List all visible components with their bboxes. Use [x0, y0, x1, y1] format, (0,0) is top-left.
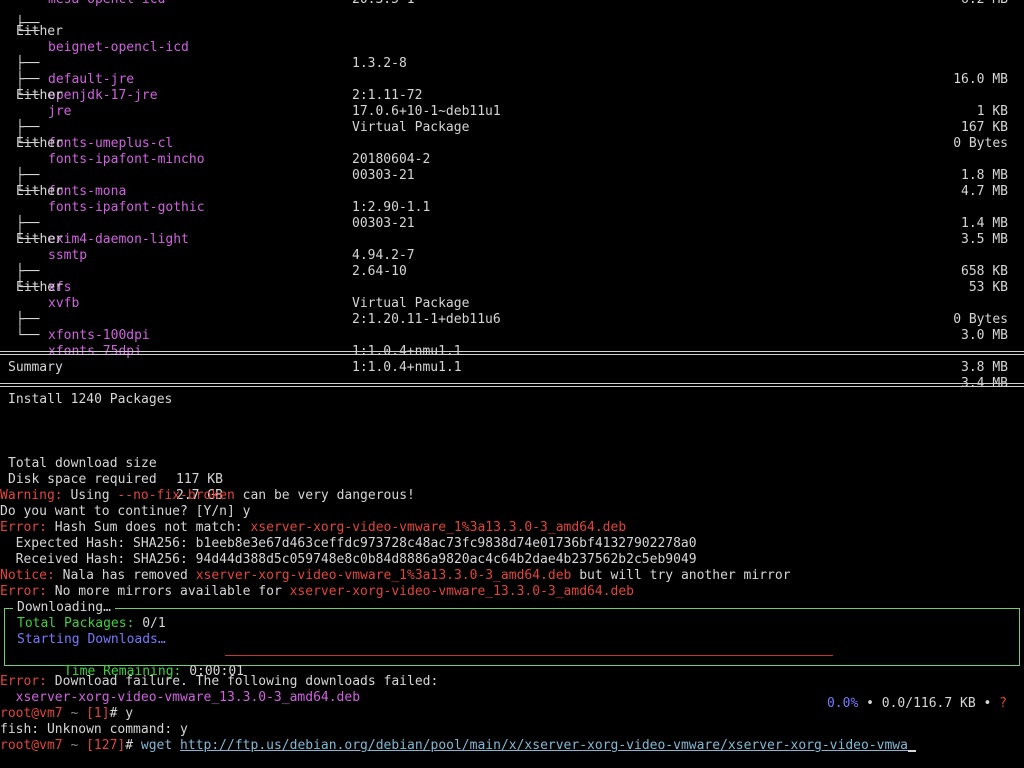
- package-name: mesa-opencl-icd: [48, 0, 165, 8]
- prompt-user: root@vm7: [0, 738, 63, 753]
- prompt-symbol: #: [125, 738, 134, 753]
- error-file: xserver-xorg-video-vmware_13.3.0-3_amd64…: [289, 584, 634, 599]
- prompt-user: root@vm7: [0, 706, 63, 721]
- double-rule: [0, 376, 1024, 392]
- shell-output: fish: Unknown command: y: [0, 722, 188, 737]
- total-packages-line: Total Packages: 0/1: [17, 616, 166, 632]
- package-size: 6.2 MB: [961, 0, 1008, 8]
- continue-prompt: Do you want to continue? [Y/n] y: [0, 504, 251, 519]
- prompt-symbol: #: [109, 706, 118, 721]
- either-heading: Either: [16, 24, 63, 39]
- package-row: └── fonts-ipafont-gothic 00303-21 3.5 MB: [0, 168, 1024, 247]
- package-row: └── xfonts-75dpi 1:1.0.4+nmu1.1 3.4 MB: [0, 312, 1024, 391]
- download-progress-panel: Downloading… Total Packages: 0/1 Startin…: [4, 600, 1020, 711]
- hash-error-line: Error: Hash Sum does not match: xserver-…: [0, 520, 627, 535]
- notice-line: Notice: Nala has removed xserver-xorg-vi…: [0, 568, 791, 583]
- warning-flag: --no-fix-broken: [117, 488, 235, 503]
- failed-file: xserver-xorg-video-vmware_13.3.0-3_amd64…: [0, 690, 361, 705]
- install-count: Install 1240 Packages: [8, 392, 173, 407]
- package-row: ├── exim4-daemon-light 4.94.2-7 658 KB: [0, 200, 1024, 279]
- package-row: ├── fonts-mona 1:2.90-1.1 1.4 MB: [0, 152, 1024, 231]
- received-hash: Received Hash: SHA256: 94d44d388d5c05974…: [0, 552, 697, 567]
- time-remaining-line: Time Remaining: 0:00:01 0.0% • 0.0/116.7…: [17, 648, 1019, 711]
- error-file: xserver-xorg-video-vmware_1%3a13.3.0-3_a…: [250, 520, 627, 535]
- download-panel-title: Downloading…: [13, 600, 115, 616]
- error-label: Error:: [0, 520, 47, 535]
- notice-label: Notice:: [0, 568, 55, 583]
- error-label: Error:: [0, 674, 47, 689]
- terminal-window[interactable]: ├── mesa-opencl-icd 20.3.5-1 6.2 MB └── …: [0, 0, 1024, 768]
- prompt-status: [1]: [86, 706, 110, 721]
- shell-prompt-line: root@vm7 ~ [1]# y: [0, 706, 1024, 722]
- notice-file: xserver-xorg-video-vmware_1%3a13.3.0-3_a…: [195, 568, 572, 583]
- package-row: └── beignet-opencl-icd 1.3.2-8 16.0 MB: [0, 8, 1024, 87]
- warning-line: Warning: Using --no-fix-broken can be ve…: [0, 488, 415, 503]
- progress-bar: [225, 655, 833, 656]
- either-heading: Either: [16, 232, 63, 247]
- no-mirrors-line: Error: No more mirrors available for xse…: [0, 584, 634, 599]
- command-input[interactable]: http://ftp.us/debian.org/debian/pool/mai…: [180, 738, 908, 753]
- download-failure-line: Error: Download failure. The following d…: [0, 674, 439, 689]
- package-row: ├── xfs Virtual Package 0 Bytes: [0, 248, 1024, 327]
- either-heading: Either: [16, 184, 63, 199]
- expected-hash: Expected Hash: SHA256: b1eeb8e3e67d463ce…: [0, 536, 697, 551]
- starting-downloads: Starting Downloads…: [17, 632, 166, 647]
- shell-prompt-line[interactable]: root@vm7 ~ [127]# wget http://ftp.us/deb…: [0, 738, 1024, 754]
- warning-label: Warning:: [0, 488, 63, 503]
- package-row: └── ssmtp 2.64-10 53 KB: [0, 216, 1024, 295]
- total-packages-value: 0/1: [142, 616, 166, 631]
- prompt-cwd: ~: [70, 706, 79, 721]
- package-row: ├── default-jre 2:1.11-72 1 KB: [0, 40, 1024, 119]
- disk-space-row: Disk space required 2.7 GB: [0, 456, 1024, 503]
- text-cursor: [907, 750, 916, 752]
- package-row: └── xvfb 2:1.20.11-1+deb11u6 3.0 MB: [0, 264, 1024, 343]
- package-row: ├── fonts-umeplus-cl 20180604-2 1.8 MB: [0, 104, 1024, 183]
- double-rule: [0, 344, 1024, 360]
- summary-heading: Summary: [8, 360, 63, 375]
- package-version: 20.3.5-1: [352, 0, 415, 8]
- either-heading: Either: [16, 280, 63, 295]
- prompt-command-word: wget: [140, 738, 173, 753]
- package-row: ├── xfonts-100dpi 1:1.0.4+nmu1.1 3.8 MB: [0, 296, 1024, 375]
- package-row: └── jre Virtual Package 0 Bytes: [0, 72, 1024, 151]
- prompt-command: y: [125, 706, 134, 721]
- package-row: └── fonts-ipafont-mincho 00303-21 4.7 MB: [0, 120, 1024, 199]
- either-heading: Either: [16, 136, 63, 151]
- error-label: Error:: [0, 584, 47, 599]
- package-row: ├── openjdk-17-jre 17.0.6+10-1~deb11u1 1…: [0, 56, 1024, 135]
- prompt-cwd: ~: [70, 738, 79, 753]
- total-packages-label: Total Packages:: [17, 616, 135, 631]
- either-heading: Either: [16, 88, 63, 103]
- prompt-status: [127]: [86, 738, 126, 753]
- total-download-row: Total download size 117 KB: [0, 440, 1024, 487]
